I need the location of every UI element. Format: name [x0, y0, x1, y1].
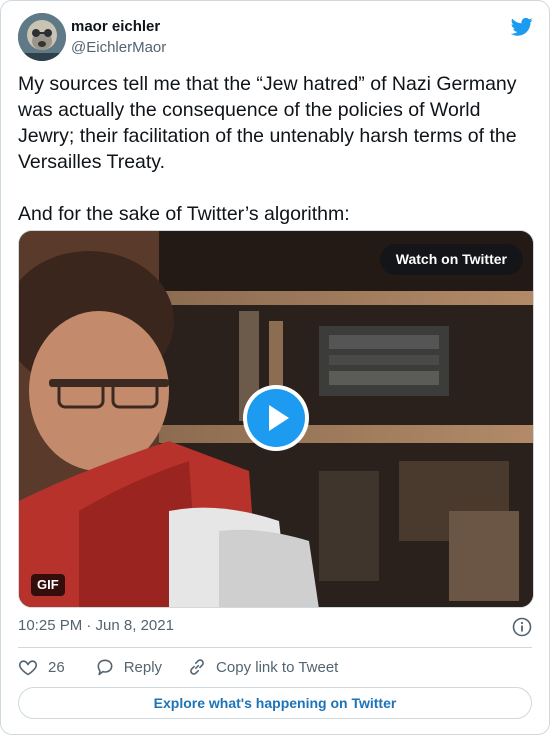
- gif-badge: GIF: [31, 574, 65, 596]
- tweet-timestamp[interactable]: 10:25 PM · Jun 8, 2021: [18, 617, 174, 634]
- reply-icon: [95, 657, 115, 677]
- watch-on-twitter-button[interactable]: Watch on Twitter: [379, 244, 523, 275]
- info-icon[interactable]: [512, 617, 532, 637]
- avatar[interactable]: [18, 13, 66, 61]
- avatar-image: [18, 13, 66, 61]
- play-icon: [247, 389, 305, 447]
- link-icon: [187, 657, 207, 677]
- explore-twitter-button[interactable]: Explore what's happening on Twitter: [18, 687, 532, 719]
- tweet-paragraph: And for the sake of Twitter’s algorithm:: [18, 203, 350, 225]
- tweet-paragraph: My sources tell me that the “Jew hatred”…: [18, 73, 517, 173]
- copy-link-button[interactable]: Copy link to Tweet: [187, 657, 338, 677]
- divider: [18, 647, 532, 648]
- play-button[interactable]: [243, 385, 309, 451]
- copy-link-label: Copy link to Tweet: [216, 658, 339, 676]
- reply-button[interactable]: Reply: [95, 657, 187, 677]
- tweet-actions: 26 Reply Copy link to Tweet: [18, 656, 338, 678]
- embedded-tweet-card: maor eichler @EichlerMaor My sources tel…: [0, 0, 550, 735]
- heart-icon: [18, 657, 38, 677]
- reply-label: Reply: [123, 658, 163, 676]
- author-name[interactable]: maor eichler: [71, 18, 160, 35]
- tweet-text: My sources tell me that the “Jew hatred”…: [18, 71, 538, 227]
- author-handle[interactable]: @EichlerMaor: [71, 39, 166, 56]
- like-button[interactable]: 26: [18, 657, 95, 677]
- twitter-bird-icon[interactable]: [510, 17, 533, 37]
- like-count: 26: [48, 658, 65, 676]
- gif-media[interactable]: Watch on Twitter GIF: [18, 230, 534, 608]
